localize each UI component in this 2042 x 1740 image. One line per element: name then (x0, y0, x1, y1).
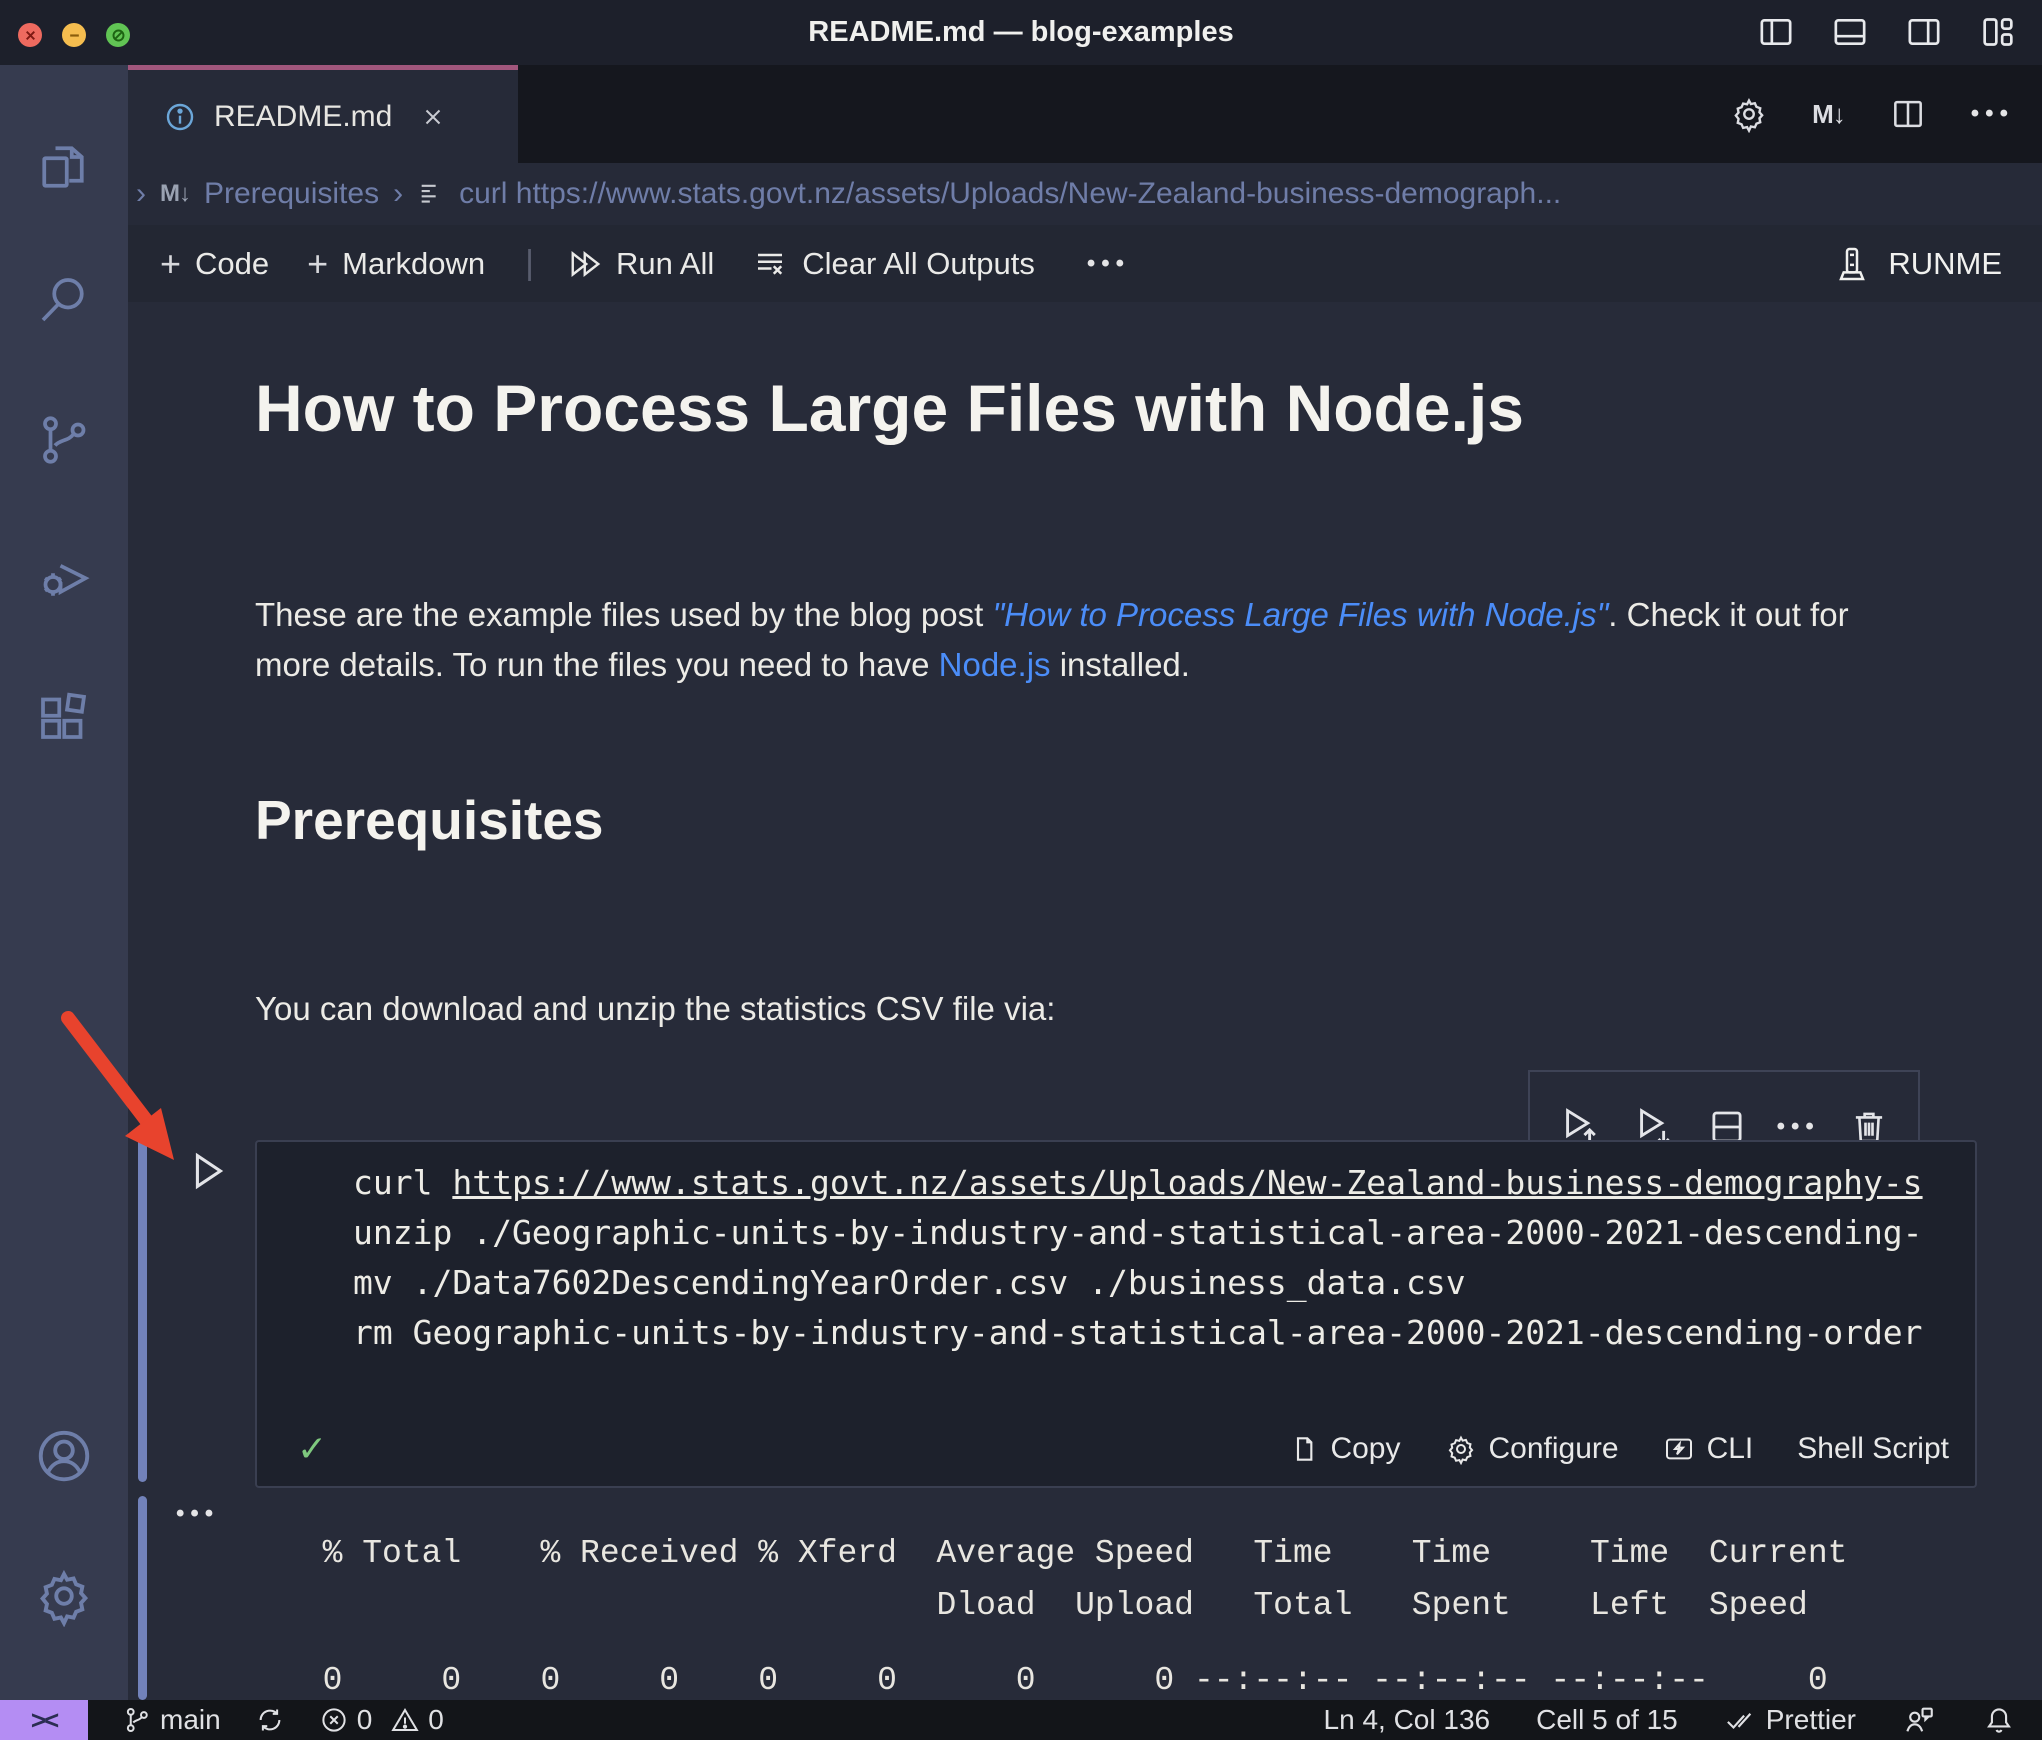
runme-logo-icon (1832, 244, 1872, 284)
configure-gear-icon (1445, 1433, 1477, 1465)
more-toolbar-actions-icon[interactable]: ••• (1087, 250, 1130, 278)
title-bar: README.md — blog-examples (0, 0, 2042, 65)
plus-icon: + (307, 242, 329, 284)
list-selection-icon (417, 180, 445, 208)
git-branch-item[interactable]: main (122, 1704, 221, 1736)
remote-indicator[interactable]: >< (0, 1700, 88, 1740)
configure-button[interactable]: Configure (1445, 1432, 1619, 1466)
copy-icon (1286, 1433, 1318, 1465)
markdown-cell-icon: M↓ (160, 180, 191, 207)
search-icon[interactable] (33, 270, 93, 330)
toggle-primary-sidebar-icon[interactable] (1756, 12, 1796, 52)
output-focus-indicator[interactable] (138, 1496, 147, 1700)
output-text: % Total % Received % Xferd Average Speed… (322, 1535, 1848, 1624)
feedback-icon[interactable] (1902, 1703, 1936, 1737)
cell-status-bar: ✓ Copy Configure CLI Shell Script (297, 1420, 1949, 1478)
more-cell-actions-icon[interactable]: ••• (1777, 1113, 1820, 1141)
explorer-icon[interactable] (33, 137, 93, 197)
cell-position-item[interactable]: Cell 5 of 15 (1536, 1704, 1678, 1736)
sync-changes-item[interactable] (255, 1705, 285, 1735)
notebook-settings-gear-icon[interactable] (1730, 95, 1768, 133)
run-debug-icon[interactable] (33, 547, 93, 607)
cell-code[interactable]: curl https://www.stats.govt.nz/assets/Up… (353, 1158, 1923, 1358)
toolbar-divider: | (525, 244, 535, 282)
nodejs-link[interactable]: Node.js (939, 646, 1051, 683)
problems-item[interactable]: 0 0 (319, 1704, 444, 1736)
status-bar: >< main 0 0 Ln 4, Col 136 Cell 5 of 15 P… (0, 1700, 2042, 1740)
tab-readme[interactable]: README.md (128, 65, 518, 163)
success-check-icon: ✓ (297, 1428, 328, 1469)
run-all-icon (566, 246, 602, 282)
git-branch-icon (122, 1705, 152, 1735)
output-more-actions-icon[interactable]: ••• (176, 1500, 219, 1528)
breadcrumb: › M↓ Prerequisites › curl https://www.st… (128, 163, 2042, 225)
notebook-content: How to Process Large Files with Node.js … (128, 302, 2042, 1700)
plus-icon: + (160, 242, 182, 284)
run-cell-button[interactable] (184, 1148, 230, 1194)
clear-all-outputs-button[interactable]: Clear All Outputs (752, 246, 1035, 282)
toggle-secondary-sidebar-icon[interactable] (1904, 12, 1944, 52)
open-markdown-preview-icon[interactable]: M↓ (1812, 99, 1846, 130)
notifications-bell-icon[interactable] (1982, 1703, 2016, 1737)
breadcrumb-command[interactable]: curl https://www.stats.govt.nz/assets/Up… (459, 177, 1561, 211)
runme-button[interactable]: RUNME (1832, 244, 2002, 284)
add-markdown-cell-button[interactable]: + Markdown (307, 243, 485, 285)
double-check-icon (1724, 1705, 1758, 1735)
blog-post-link[interactable]: "How to Process Large Files with Node.js… (992, 596, 1608, 633)
cli-icon (1663, 1433, 1695, 1465)
doc-paragraph-2: You can download and unzip the statistic… (255, 990, 1056, 1027)
settings-gear-icon[interactable] (33, 1565, 95, 1627)
editor-tab-bar: README.md M↓ ••• (128, 65, 2042, 163)
errors-icon (319, 1705, 349, 1735)
add-code-cell-button[interactable]: + Code (160, 243, 269, 285)
doc-title: How to Process Large Files with Node.js (255, 371, 1524, 445)
activity-bar (0, 65, 128, 1700)
copy-button[interactable]: Copy (1286, 1432, 1401, 1466)
run-all-button[interactable]: Run All (566, 246, 714, 282)
accounts-icon[interactable] (33, 1425, 95, 1487)
output-progress-row: 0 0 0 0 0 0 0 0 --:--:-- --:--:-- --:--:… (283, 1662, 1828, 1699)
chevron-right-icon: › (393, 177, 404, 210)
vscode-window: README.md — blog-examples README.md M↓ •… (0, 0, 2042, 1740)
cell-language-label[interactable]: Shell Script (1797, 1432, 1949, 1466)
close-tab-icon[interactable] (420, 104, 446, 130)
doc-paragraph: These are the example files used by the … (255, 596, 1849, 683)
formatter-item[interactable]: Prettier (1724, 1704, 1856, 1736)
cursor-position-item[interactable]: Ln 4, Col 136 (1324, 1704, 1491, 1736)
tab-label: README.md (214, 99, 393, 133)
notebook-toolbar: + Code + Markdown | Run All Clear All Ou… (128, 225, 2042, 302)
breadcrumb-section[interactable]: Prerequisites (204, 177, 379, 211)
section-title: Prerequisites (255, 789, 604, 851)
source-control-icon[interactable] (33, 410, 93, 470)
code-cell[interactable]: curl https://www.stats.govt.nz/assets/Up… (255, 1140, 1977, 1488)
clear-outputs-icon (752, 246, 788, 282)
code-url-link[interactable]: https://www.stats.govt.nz/assets/Uploads… (452, 1163, 1922, 1202)
toggle-panel-icon[interactable] (1830, 12, 1870, 52)
extensions-icon[interactable] (33, 687, 93, 747)
cell-focus-indicator[interactable] (138, 1138, 147, 1482)
more-editor-actions-icon[interactable]: ••• (1971, 100, 2014, 128)
window-title: README.md — blog-examples (808, 16, 1234, 48)
split-editor-icon[interactable] (1889, 95, 1927, 133)
sync-icon (255, 1705, 285, 1735)
cli-button[interactable]: CLI (1663, 1432, 1753, 1466)
info-icon (164, 101, 196, 133)
customize-layout-icon[interactable] (1978, 12, 2018, 52)
chevron-right-icon: › (136, 177, 146, 210)
warnings-icon (390, 1705, 420, 1735)
